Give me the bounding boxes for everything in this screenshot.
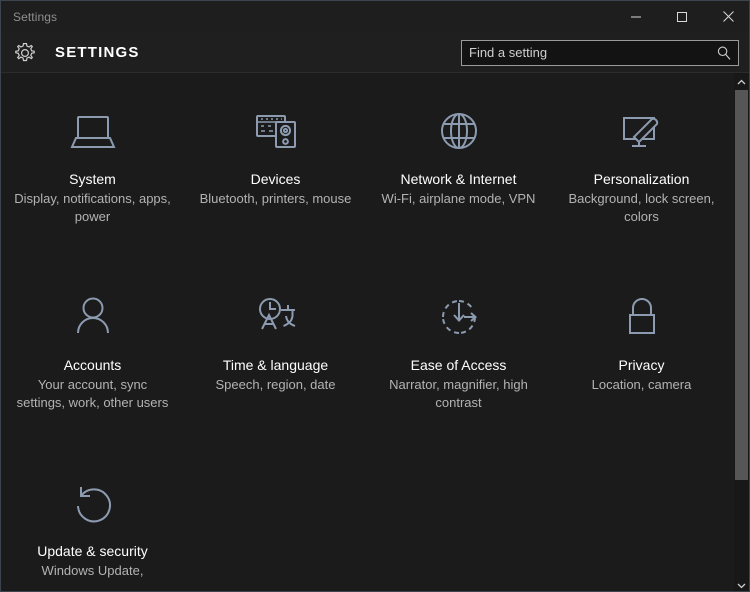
person-icon <box>65 289 121 345</box>
laptop-icon <box>65 103 121 159</box>
minimize-button[interactable] <box>613 1 659 32</box>
scroll-up-button[interactable] <box>734 73 749 89</box>
close-button[interactable] <box>705 1 749 32</box>
tile-subtitle: Location, camera <box>591 377 692 392</box>
tile-devices[interactable]: Devices Bluetooth, printers, mouse <box>184 73 367 259</box>
settings-content: System Display, notifications, apps, pow… <box>1 73 736 591</box>
tile-personalization[interactable]: Personalization Background, lock screen,… <box>550 73 733 259</box>
page-title: SETTINGS <box>55 44 140 61</box>
tile-privacy[interactable]: Privacy Location, camera <box>550 259 733 445</box>
settings-tile-grid: System Display, notifications, apps, pow… <box>1 73 736 591</box>
globe-icon <box>431 103 487 159</box>
tile-title: Personalization <box>593 171 690 187</box>
scrollbar-thumb[interactable] <box>735 90 748 480</box>
search-box[interactable] <box>461 40 739 66</box>
lock-icon <box>614 289 670 345</box>
tile-network-internet[interactable]: Network & Internet Wi-Fi, airplane mode,… <box>367 73 550 259</box>
tile-title: Update & security <box>37 543 148 559</box>
window-controls <box>613 1 749 32</box>
ease-of-access-icon <box>431 289 487 345</box>
tile-subtitle: Speech, region, date <box>215 377 336 392</box>
close-icon <box>722 10 735 23</box>
clock-language-icon <box>248 289 304 345</box>
tile-title: Devices <box>250 171 301 187</box>
tile-title: Ease of Access <box>410 357 507 373</box>
monitor-brush-icon <box>614 103 670 159</box>
tile-subtitle: Your account, sync settings, work, other… <box>16 377 169 410</box>
vertical-scrollbar[interactable] <box>734 73 749 591</box>
devices-icon <box>248 103 304 159</box>
tile-subtitle: Display, notifications, apps, power <box>14 191 171 224</box>
search-icon[interactable] <box>716 45 732 61</box>
tile-title: Accounts <box>63 357 122 373</box>
tile-title: Time & language <box>222 357 329 373</box>
chevron-down-icon <box>737 576 746 591</box>
title-bar: Settings <box>1 1 749 32</box>
tile-title: Privacy <box>618 357 665 373</box>
tile-subtitle: Windows Update, <box>41 563 144 578</box>
tile-subtitle: Background, lock screen, colors <box>568 191 715 224</box>
window-title: Settings <box>13 9 58 24</box>
minimize-icon <box>630 11 642 23</box>
tile-time-language[interactable]: Time & language Speech, region, date <box>184 259 367 445</box>
tile-title: Network & Internet <box>400 171 517 187</box>
settings-window: Settings SETTINGS Find a setting System … <box>0 0 750 592</box>
maximize-button[interactable] <box>659 1 705 32</box>
tile-subtitle: Narrator, magnifier, high contrast <box>389 377 528 410</box>
refresh-icon <box>65 475 121 531</box>
tile-ease-of-access[interactable]: Ease of Access Narrator, magnifier, high… <box>367 259 550 445</box>
tile-subtitle: Bluetooth, printers, mouse <box>199 191 352 206</box>
tile-system[interactable]: System Display, notifications, apps, pow… <box>1 73 184 259</box>
tile-title: System <box>69 171 116 187</box>
tile-subtitle: Wi-Fi, airplane mode, VPN <box>381 191 536 206</box>
scroll-down-button[interactable] <box>734 576 749 591</box>
search-input[interactable] <box>469 41 709 65</box>
tile-accounts[interactable]: Accounts Your account, sync settings, wo… <box>1 259 184 445</box>
tile-update-security[interactable]: Update & security Windows Update, <box>1 445 184 591</box>
chevron-up-icon <box>737 72 746 90</box>
maximize-icon <box>676 11 688 23</box>
gear-icon[interactable] <box>13 41 37 65</box>
